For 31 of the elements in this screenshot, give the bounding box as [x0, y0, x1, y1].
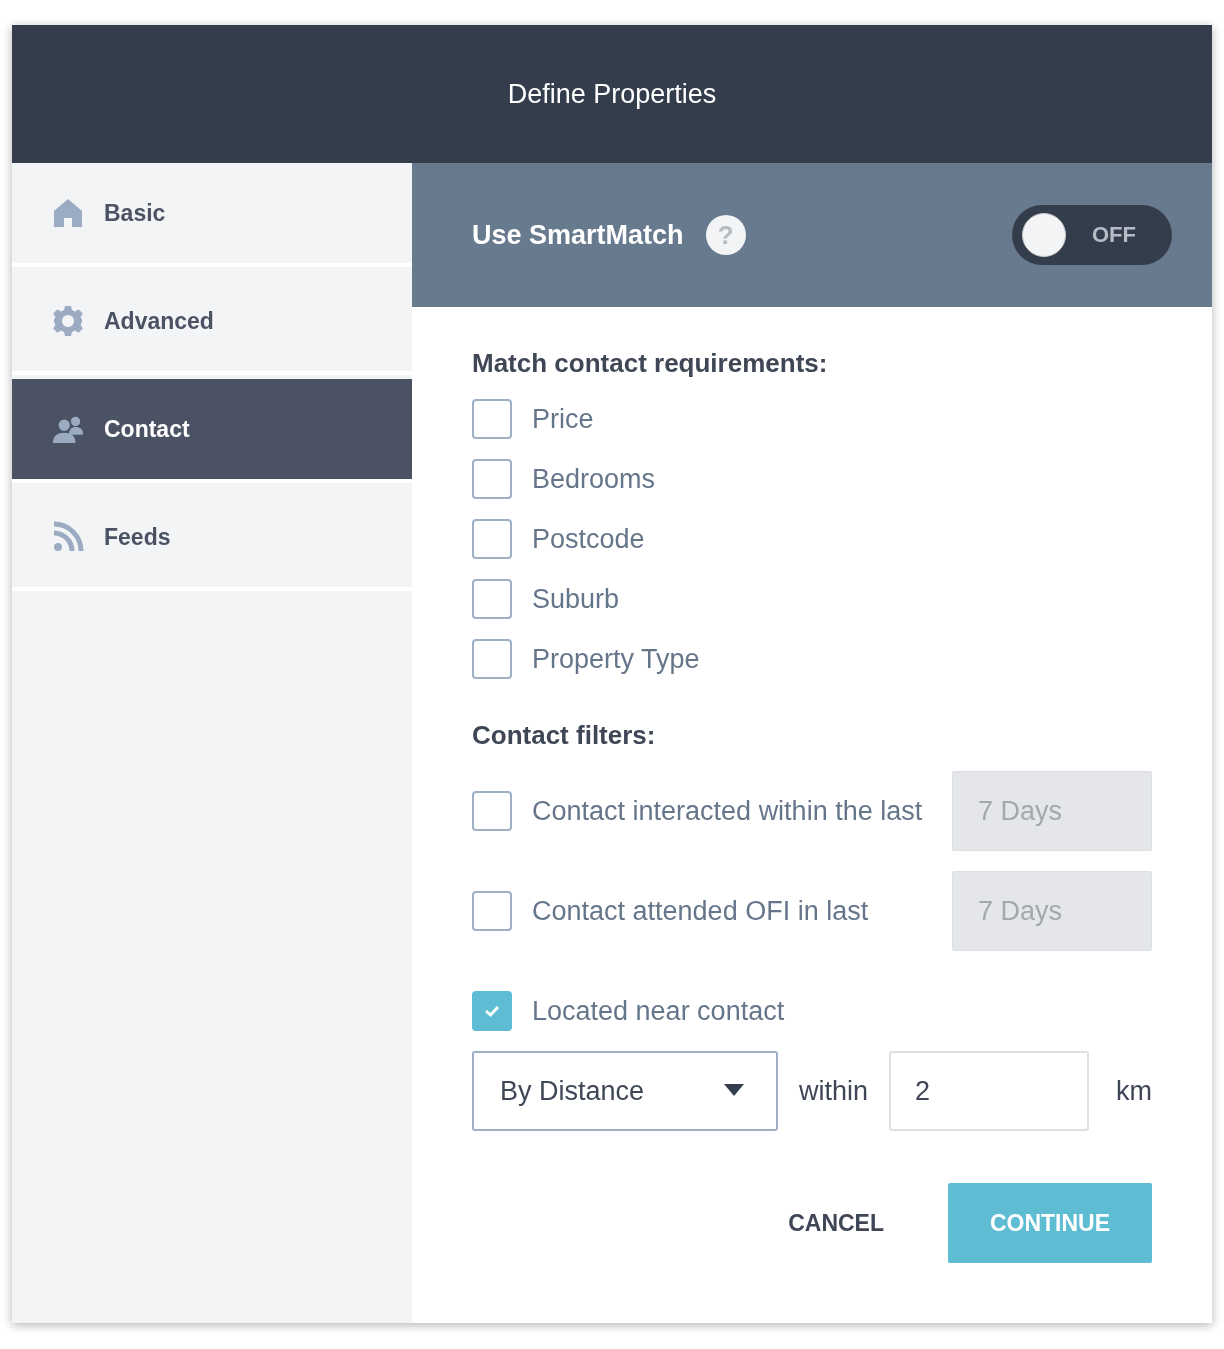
dialog-title: Define Properties	[507, 78, 717, 110]
section-heading: Match contact requirements:	[472, 347, 828, 379]
checkbox-label: Located near contact	[532, 995, 785, 1027]
checkbox[interactable]	[472, 579, 512, 619]
feed-icon	[52, 521, 84, 553]
checkbox-label: Suburb	[532, 583, 620, 615]
checkbox[interactable]	[472, 991, 512, 1031]
smartmatch-toggle[interactable]: OFF	[1012, 205, 1172, 265]
checkbox-label: Bedrooms	[532, 463, 656, 495]
checkbox-label: Contact attended OFI in last	[532, 895, 869, 927]
checkbox-label: Price	[532, 403, 594, 435]
caret-icon	[724, 1084, 744, 1098]
checkbox[interactable]	[472, 399, 512, 439]
checkbox-label: Contact interacted within the last	[532, 795, 923, 827]
checkbox[interactable]	[472, 519, 512, 559]
cancel-button[interactable]: CANCEL	[768, 1183, 904, 1263]
gear-icon	[52, 305, 84, 337]
unit-label: km	[1116, 1075, 1152, 1107]
checkbox[interactable]	[472, 639, 512, 679]
section-heading: Contact filters:	[472, 719, 656, 751]
smartmatch-label: Use SmartMatch	[472, 219, 684, 251]
checkbox-label: Postcode	[532, 523, 645, 555]
checkbox[interactable]	[472, 791, 512, 831]
sidebar-item[interactable]: Contact	[12, 379, 412, 483]
distance-field[interactable]: 2	[889, 1051, 1090, 1131]
checkbox-label: Property Type	[532, 643, 700, 675]
home-icon	[52, 197, 84, 229]
checkbox[interactable]	[472, 459, 512, 499]
distance-dropdown[interactable]: By Distance	[472, 1051, 778, 1131]
checkbox[interactable]	[472, 891, 512, 931]
within-label: within	[799, 1075, 869, 1107]
